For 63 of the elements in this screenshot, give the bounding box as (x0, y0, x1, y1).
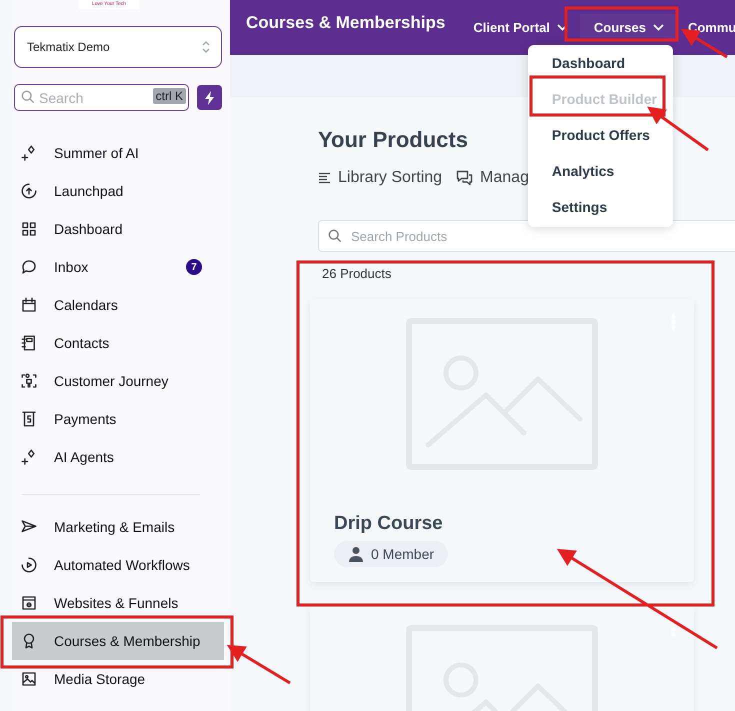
sidebar-item-label: Inbox (54, 259, 90, 275)
member-count: 0 Member (371, 546, 434, 562)
product-count: 26 Products (322, 266, 392, 281)
chat-bubbles-icon (456, 170, 474, 186)
sidebar-item-label: Marketing & Emails (54, 519, 176, 535)
unread-count-badge: 7 (186, 259, 202, 275)
shortcut-hint: ctrl K (152, 88, 186, 104)
grid-icon (20, 220, 38, 238)
sidebar-item-label: Launchpad (54, 183, 124, 199)
person-icon (348, 546, 364, 562)
receipt-icon (20, 410, 38, 428)
menu-item[interactable]: Dashboard (528, 44, 673, 80)
toolbar-link[interactable]: Library Sorting (318, 169, 442, 187)
sidebar-item[interactable]: AI Agents (12, 438, 224, 476)
people-network-icon (20, 372, 38, 390)
sidebar-item-label: Customer Journey (54, 373, 170, 389)
sidebar-item[interactable]: Courses & Membership (12, 622, 224, 660)
sidebar-item[interactable]: Dashboard (12, 210, 224, 248)
sidebar-item-label: AI Agents (54, 449, 115, 465)
sidebar-item-label: Websites & Funnels (54, 595, 180, 611)
browser-icon (20, 594, 38, 612)
chat-bubble-icon (20, 258, 38, 276)
page-title: Courses & Memberships (246, 13, 446, 33)
sidebar-item[interactable]: Automated Workflows (12, 546, 224, 584)
sidebar-item[interactable]: Summer of AI (12, 134, 224, 172)
image-icon (20, 670, 38, 688)
toolbar-link[interactable]: Manag (456, 169, 529, 187)
sidebar-item[interactable]: Media Storage (12, 660, 224, 698)
sidebar-item[interactable]: Launchpad (12, 172, 224, 210)
more-options-icon[interactable] (671, 621, 676, 637)
product-card[interactable]: Drip Course 0 Member (310, 299, 694, 582)
sidebar-item-label: Media Storage (54, 671, 146, 687)
sidebar-item-label: Calendars (54, 297, 119, 313)
menu-item[interactable]: Product Offers (528, 116, 673, 152)
account-switcher[interactable]: Tekmatix Demo (14, 26, 222, 68)
section-heading: Your Products (318, 127, 468, 153)
menu-item[interactable]: Analytics (528, 152, 673, 188)
sidebar-item-label: Summer of AI (54, 145, 140, 161)
search-icon (21, 90, 35, 104)
sidebar-item-label: Dashboard (54, 221, 124, 237)
chevron-up-down-icon (201, 39, 211, 55)
sidebar-item[interactable]: Marketing & Emails (12, 508, 224, 546)
nav-menu-button[interactable]: Client Portal (467, 14, 574, 42)
lightning-icon (204, 90, 216, 104)
list-icon (318, 172, 331, 184)
sidebar-item[interactable]: Payments (12, 400, 224, 438)
nav-menu-button[interactable]: Courses (580, 14, 678, 42)
sidebar-item-label: Contacts (54, 335, 110, 351)
sidebar-item[interactable]: Inbox 7 (12, 248, 224, 286)
sidebar-item-label: Automated Workflows (54, 557, 191, 573)
calendar-icon (20, 296, 38, 314)
search-icon (328, 229, 342, 243)
pointer-arrow (226, 644, 291, 684)
address-book-icon (20, 334, 38, 352)
sidebar-item-label: Payments (54, 411, 118, 427)
quick-actions-button[interactable] (197, 85, 222, 110)
sidebar-item[interactable]: Calendars (12, 286, 224, 324)
sidebar-item[interactable]: Contacts (12, 324, 224, 362)
product-title: Drip Course (334, 513, 444, 535)
sidebar-item[interactable]: Websites & Funnels (12, 584, 224, 622)
chevron-down-icon (652, 24, 664, 31)
sidebar-item[interactable]: Customer Journey (12, 362, 224, 400)
sidebar-item-label: Courses & Membership (54, 633, 202, 649)
